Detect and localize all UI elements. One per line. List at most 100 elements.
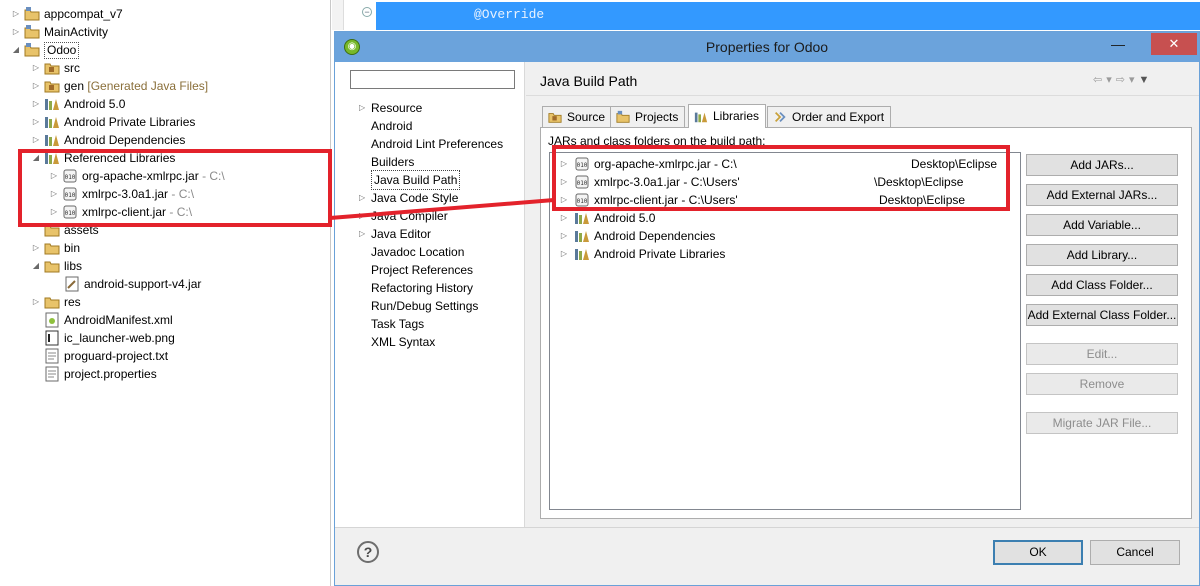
tree-item-bin[interactable]: ▷ bin — [30, 239, 80, 257]
nav-java-editor[interactable]: ▷ Java Editor — [351, 225, 431, 243]
expand-arrow-icon[interactable]: ▷ — [30, 113, 42, 131]
tab-order-export[interactable]: Order and Export — [767, 106, 892, 127]
remove-button[interactable]: Remove — [1026, 373, 1178, 395]
tab-source[interactable]: Source — [542, 106, 613, 127]
expand-arrow-icon[interactable]: ▷ — [351, 225, 371, 243]
tree-item-launcher-png[interactable]: ic_launcher-web.png — [44, 329, 175, 347]
svg-text:010: 010 — [577, 180, 588, 187]
tree-item-res[interactable]: ▷ res — [30, 293, 81, 311]
expand-arrow-icon[interactable]: ▷ — [30, 293, 42, 311]
view-menu-icon[interactable]: ▼ — [1139, 74, 1154, 86]
nav-java-compiler[interactable]: ▷ Java Compiler — [351, 207, 448, 225]
tab-projects[interactable]: Projects — [610, 106, 686, 127]
fold-toggle-icon[interactable]: − — [362, 7, 372, 17]
expand-arrow-icon[interactable]: ▷ — [351, 207, 371, 225]
nav-java-code-style[interactable]: ▷ Java Code Style — [351, 189, 458, 207]
cancel-button[interactable]: Cancel — [1090, 540, 1180, 565]
nav-run-debug-settings[interactable]: Run/Debug Settings — [351, 297, 478, 315]
tree-item-libs[interactable]: ◢ libs — [30, 257, 82, 275]
expand-arrow-icon[interactable]: ▷ — [558, 245, 570, 263]
nav-android[interactable]: Android — [351, 117, 412, 135]
dropdown-icon[interactable]: ▾ — [1106, 74, 1116, 86]
nav-refactoring-history[interactable]: Refactoring History — [351, 279, 473, 297]
tree-item-android-5[interactable]: ▷ Android 5.0 — [30, 95, 125, 113]
tree-item-gen[interactable]: ▷ gen [Generated Java Files] — [30, 77, 208, 95]
tree-item-jar[interactable]: ▷ 010 org-apache-xmlrpc.jar - C:\ — [48, 167, 225, 185]
add-class-folder-button[interactable]: Add Class Folder... — [1026, 274, 1178, 296]
folder-icon — [44, 261, 60, 273]
nav-java-build-path[interactable]: Java Build Path — [351, 170, 461, 190]
nav-project-references[interactable]: Project References — [351, 261, 473, 279]
forward-arrow-icon[interactable]: ⇨ — [1116, 74, 1129, 86]
tree-item-jar[interactable]: ▷ 010 xmlrpc-client.jar - C:\ — [48, 203, 192, 221]
expand-arrow-icon[interactable]: ▷ — [351, 189, 371, 207]
expand-arrow-icon[interactable]: ▷ — [30, 239, 42, 257]
dropdown-icon[interactable]: ▾ — [1129, 74, 1139, 86]
add-external-class-folder-button[interactable]: Add External Class Folder... — [1026, 304, 1178, 326]
tab-libraries[interactable]: Libraries — [688, 104, 767, 128]
tree-item-android-private-libraries[interactable]: ▷ Android Private Libraries — [30, 113, 195, 131]
expand-arrow-icon[interactable]: ▷ — [30, 77, 42, 95]
expand-arrow-icon[interactable]: ▷ — [558, 227, 570, 245]
expand-arrow-icon[interactable]: ▷ — [30, 95, 42, 113]
expand-arrow-icon[interactable]: ▷ — [558, 209, 570, 227]
jar-icon: 010 — [575, 175, 589, 189]
nav-builders[interactable]: Builders — [351, 153, 414, 171]
library-row[interactable]: ▷ Android Dependencies — [558, 227, 716, 245]
expand-arrow-icon[interactable]: ▷ — [30, 59, 42, 77]
expand-arrow-icon[interactable]: ▷ — [48, 203, 60, 221]
close-button[interactable]: ✕ — [1151, 33, 1197, 55]
tree-item-mainactivity[interactable]: ▷ MainActivity — [10, 23, 108, 41]
ok-button[interactable]: OK — [993, 540, 1083, 565]
nav-task-tags[interactable]: Task Tags — [351, 315, 424, 333]
add-variable-button[interactable]: Add Variable... — [1026, 214, 1178, 236]
tree-item-manifest[interactable]: AndroidManifest.xml — [44, 311, 173, 329]
nav-xml-syntax[interactable]: XML Syntax — [351, 333, 435, 351]
expand-arrow-icon[interactable]: ▷ — [558, 155, 570, 173]
collapse-arrow-icon[interactable]: ◢ — [10, 41, 22, 59]
edit-button[interactable]: Edit... — [1026, 343, 1178, 365]
expand-arrow-icon[interactable]: ▷ — [351, 99, 371, 117]
library-row[interactable]: ▷ 010 org-apache-xmlrpc.jar - C:\ — [558, 155, 737, 173]
dialog-titlebar[interactable]: ◉ Properties for Odoo — ✕ — [335, 32, 1199, 62]
project-folder-icon — [24, 7, 40, 21]
expand-arrow-icon[interactable]: ▷ — [558, 191, 570, 209]
code-editor[interactable]: − @Override — [332, 0, 1200, 30]
add-jars-button[interactable]: Add JARs... — [1026, 154, 1178, 176]
jar-icon: 010 — [63, 205, 77, 219]
collapse-arrow-icon[interactable]: ◢ — [30, 149, 42, 167]
tree-item-jar[interactable]: ▷ 010 xmlrpc-3.0a1.jar - C:\ — [48, 185, 194, 203]
expand-arrow-icon[interactable]: ▷ — [48, 167, 60, 185]
nav-resource[interactable]: ▷ Resource — [351, 99, 422, 117]
add-external-jars-button[interactable]: Add External JARs... — [1026, 184, 1178, 206]
back-arrow-icon[interactable]: ⇦ — [1093, 74, 1106, 86]
collapse-arrow-icon[interactable]: ◢ — [30, 257, 42, 275]
expand-arrow-icon[interactable]: ▷ — [558, 173, 570, 191]
tree-item-appcompat[interactable]: ▷ appcompat_v7 — [10, 5, 123, 23]
filter-input[interactable] — [350, 70, 515, 89]
page-title: Java Build Path — [540, 73, 638, 89]
library-row[interactable]: ▷ 010 xmlrpc-3.0a1.jar - C:\Users' — [558, 173, 740, 191]
expand-arrow-icon[interactable]: ▷ — [48, 185, 60, 203]
migrate-jar-button[interactable]: Migrate JAR File... — [1026, 412, 1178, 434]
expand-arrow-icon[interactable]: ▷ — [30, 131, 42, 149]
tree-item-assets[interactable]: assets — [44, 221, 99, 239]
build-path-list[interactable]: ▷ 010 org-apache-xmlrpc.jar - C:\ Deskto… — [549, 152, 1021, 510]
tree-item-referenced-libraries[interactable]: ◢ Referenced Libraries — [30, 149, 175, 167]
tree-item-android-dependencies[interactable]: ▷ Android Dependencies — [30, 131, 186, 149]
tree-item-odoo[interactable]: ◢ Odoo — [10, 41, 80, 59]
library-row[interactable]: ▷ Android 5.0 — [558, 209, 655, 227]
add-library-button[interactable]: Add Library... — [1026, 244, 1178, 266]
minimize-icon[interactable]: — — [1105, 37, 1131, 54]
help-icon[interactable]: ? — [357, 541, 379, 563]
tree-item-proguard[interactable]: proguard-project.txt — [44, 347, 168, 365]
nav-javadoc-location[interactable]: Javadoc Location — [351, 243, 464, 261]
tree-item-src[interactable]: ▷ src — [30, 59, 80, 77]
library-row[interactable]: ▷ Android Private Libraries — [558, 245, 725, 263]
nav-android-lint[interactable]: Android Lint Preferences — [351, 135, 503, 153]
library-row[interactable]: ▷ 010 xmlrpc-client.jar - C:\Users' — [558, 191, 738, 209]
tree-item-support-jar[interactable]: android-support-v4.jar — [64, 275, 201, 293]
tree-item-project-properties[interactable]: project.properties — [44, 365, 157, 383]
expand-arrow-icon[interactable]: ▷ — [10, 23, 22, 41]
expand-arrow-icon[interactable]: ▷ — [10, 5, 22, 23]
